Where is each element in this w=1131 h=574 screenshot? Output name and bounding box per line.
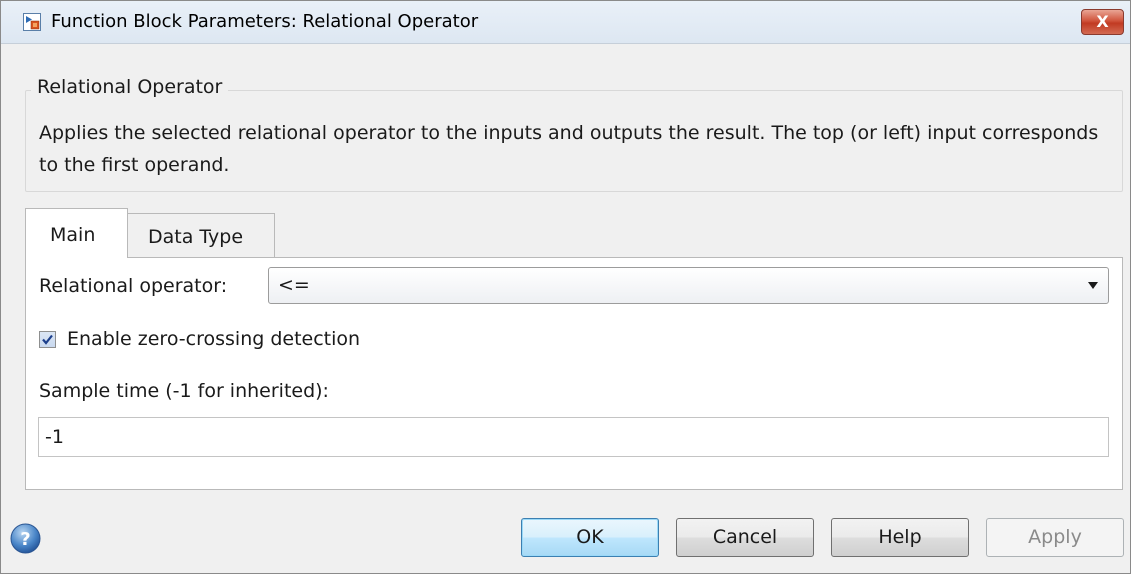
relational-operator-value: <= <box>278 274 310 296</box>
description-group-title: Relational Operator <box>31 75 229 99</box>
chevron-down-icon <box>1088 282 1098 289</box>
sample-time-input[interactable] <box>45 425 1095 449</box>
sample-time-label: Sample time (-1 for inherited): <box>39 380 329 402</box>
dialog-window: Function Block Parameters: Relational Op… <box>0 0 1131 574</box>
close-icon: X <box>1096 12 1109 31</box>
tab-main-label: Main <box>50 224 96 246</box>
cancel-button[interactable]: Cancel <box>676 518 814 557</box>
tab-data-type-label: Data Type <box>148 226 244 248</box>
help-button[interactable]: Help <box>831 518 969 557</box>
apply-button[interactable]: Apply <box>986 518 1124 557</box>
simulink-block-icon <box>23 13 41 31</box>
window-title: Function Block Parameters: Relational Op… <box>51 11 479 32</box>
title-bar[interactable]: Function Block Parameters: Relational Op… <box>1 1 1130 44</box>
relational-operator-select[interactable]: <= <box>268 267 1109 304</box>
description-text: Applies the selected relational operator… <box>39 122 1099 176</box>
sample-time-field[interactable] <box>38 417 1109 457</box>
ok-button[interactable]: OK <box>521 518 659 557</box>
tab-main[interactable]: Main <box>25 208 128 258</box>
checkmark-icon <box>42 334 53 345</box>
zero-crossing-checkbox[interactable] <box>39 331 56 348</box>
svg-text:?: ? <box>20 529 30 550</box>
zero-crossing-label[interactable]: Enable zero-crossing detection <box>67 327 360 351</box>
question-circle-icon[interactable]: ? <box>10 523 41 554</box>
close-button[interactable]: X <box>1081 9 1124 35</box>
tab-data-type[interactable]: Data Type <box>127 213 275 258</box>
relational-operator-label: Relational operator: <box>39 275 228 297</box>
